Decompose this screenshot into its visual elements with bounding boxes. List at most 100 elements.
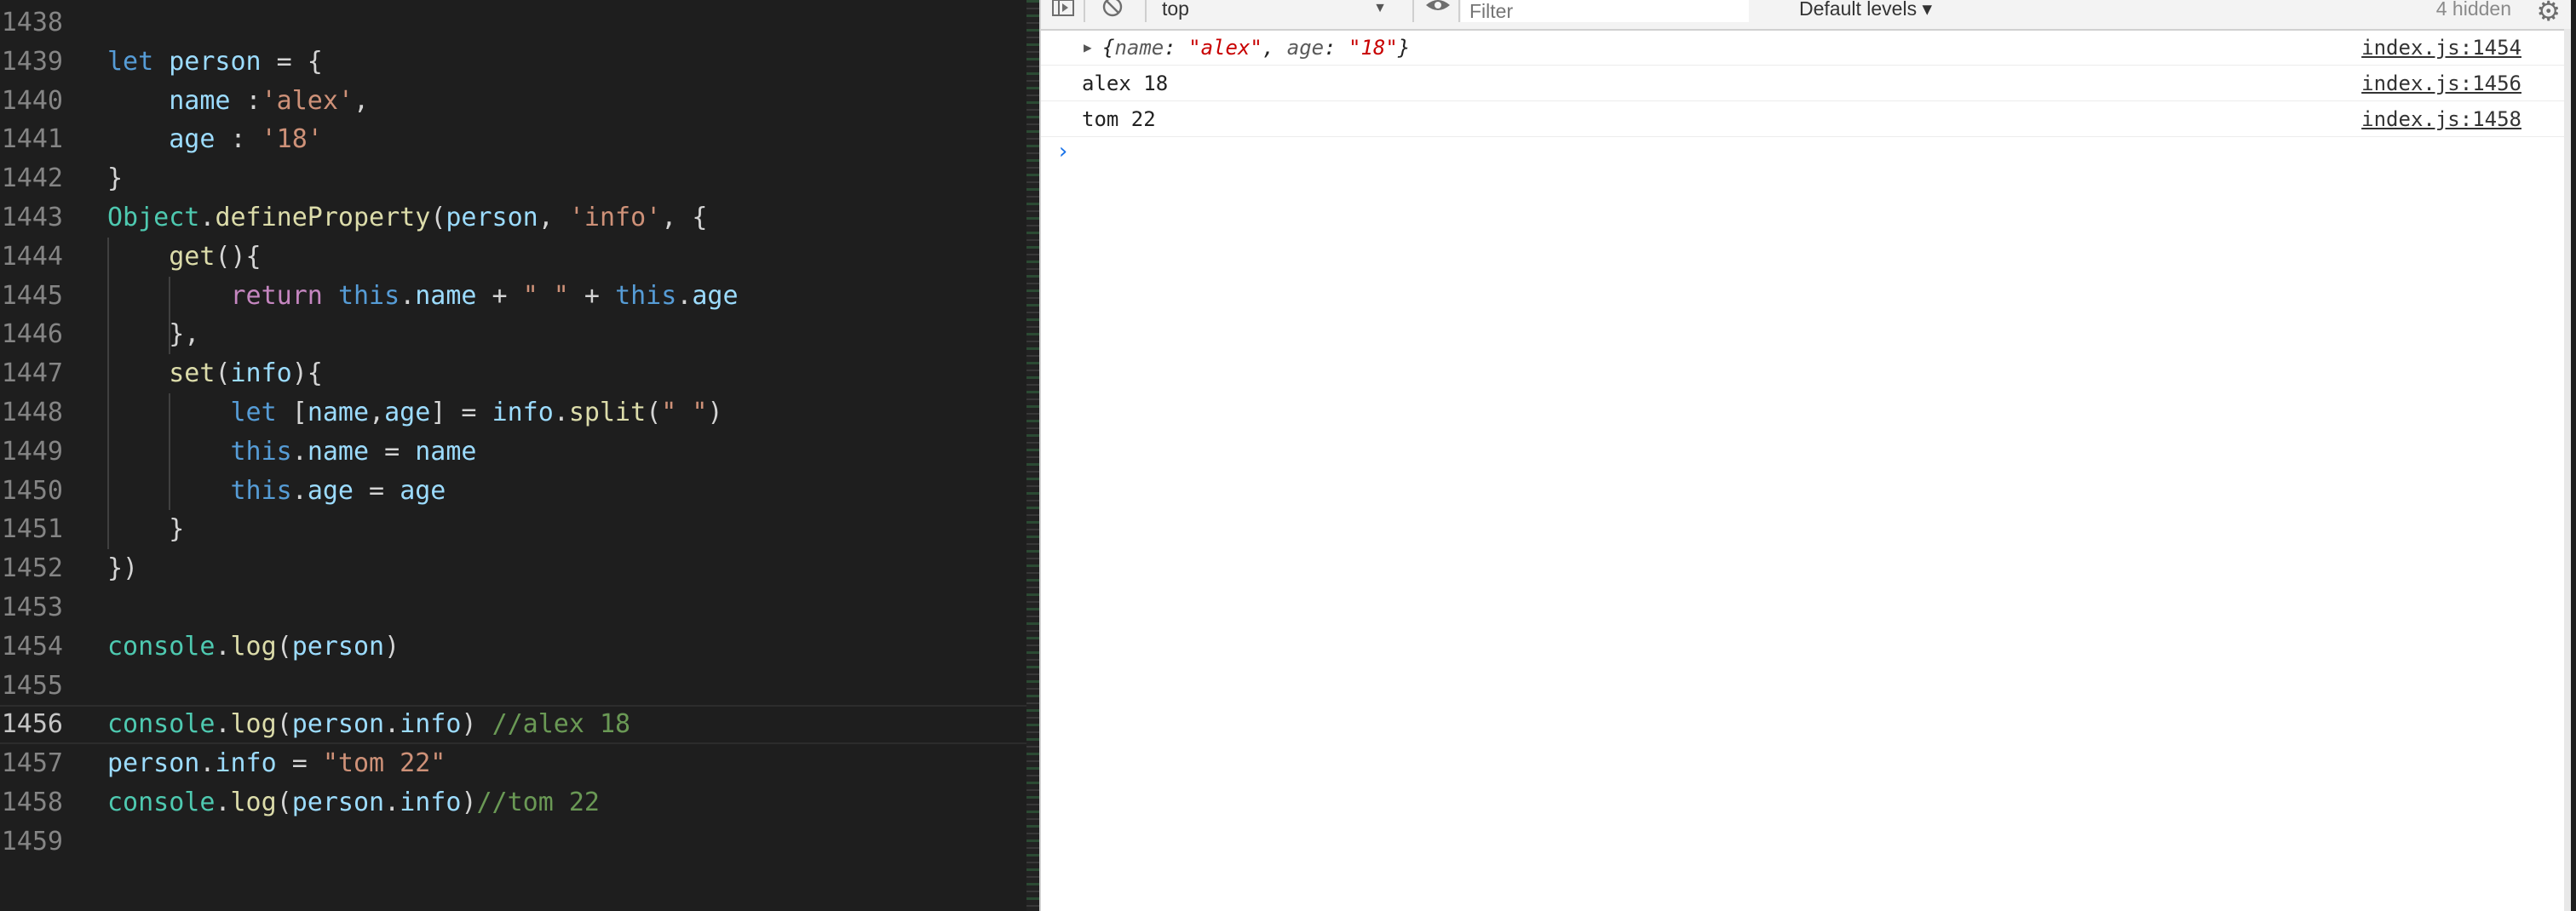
settings-gear-icon[interactable]: ⚙	[2536, 0, 2561, 27]
code-token: name	[307, 436, 370, 467]
code-line[interactable]: 1447 set(info){	[0, 354, 1026, 393]
scrollbar[interactable]	[2564, 29, 2571, 911]
line-number: 1450	[1, 475, 63, 506]
code-token: age	[692, 280, 739, 311]
console-message[interactable]: ▶ {name: "alex", age: "18"} index.js:145…	[1041, 31, 2571, 66]
code-token: name	[307, 398, 370, 427]
chevron-down-icon: ▼	[1373, 1, 1387, 15]
console-prompt-icon[interactable]: ›	[1056, 140, 1070, 163]
line-number: 1445	[1, 280, 63, 311]
toolbar-divider	[1412, 0, 1414, 22]
code-token: //alex 18	[492, 709, 631, 740]
code-text: return this.name + " " + this.age	[107, 277, 739, 316]
code-line[interactable]: 1445 return this.name + " " + this.age	[0, 277, 1026, 316]
object-preview[interactable]: {name: "alex", age: "18"}	[1102, 31, 1410, 65]
code-token: let	[107, 46, 154, 77]
code-token: +	[568, 280, 616, 311]
code-token: console	[107, 631, 216, 662]
code-token: )	[384, 631, 400, 662]
code-line[interactable]: 1459	[0, 822, 1026, 862]
source-link[interactable]: index.js:1454	[2361, 31, 2521, 65]
code-text: Object.defineProperty(person, 'info', {	[107, 198, 707, 238]
line-number: 1455	[1, 670, 63, 701]
log-levels-dropdown[interactable]: Default levels ▾	[1799, 0, 1932, 22]
code-line[interactable]: 1456 console.log(person.info) //alex 18	[0, 705, 1026, 745]
code-token: (	[646, 398, 662, 427]
code-token: this	[230, 475, 292, 506]
code-line[interactable]: 1441 age : '18'	[0, 120, 1026, 159]
code-token: :	[215, 124, 262, 155]
line-number: 1459	[1, 826, 63, 857]
code-token: defineProperty	[215, 203, 431, 232]
hidden-messages-count: 4 hidden	[2435, 0, 2511, 20]
code-line[interactable]: 1454 console.log(person)	[0, 627, 1026, 667]
code-line[interactable]: 1458 console.log(person.info)//tom 22	[0, 783, 1026, 822]
code-line[interactable]: 1442}	[0, 159, 1026, 198]
code-token: age	[384, 398, 431, 427]
code-token: log	[230, 709, 277, 740]
line-number: 1443	[1, 203, 63, 232]
code-token: .	[553, 398, 569, 427]
code-token: '18'	[261, 124, 323, 155]
editor-minimap[interactable]	[1026, 0, 1039, 911]
code-line[interactable]: 1449 this.name = name	[0, 433, 1026, 472]
line-number: 1454	[1, 631, 63, 662]
code-line[interactable]: 1438	[0, 3, 1026, 43]
code-line[interactable]: 1451 }	[0, 510, 1026, 549]
code-line[interactable]: 1444 get(){	[0, 238, 1026, 277]
code-editor[interactable]: 1438 1439 let person = {1440 name :'alex',…	[0, 0, 1026, 911]
code-line[interactable]: 1439 let person = {	[0, 43, 1026, 82]
code-token: =	[369, 436, 416, 467]
context-selector[interactable]: top ▼	[1162, 0, 1387, 22]
indent-guide	[169, 276, 170, 355]
code-line[interactable]: 1450 this.age = age	[0, 472, 1026, 511]
code-token: person	[107, 748, 200, 779]
code-token: .	[291, 475, 308, 506]
line-number: 1451	[1, 514, 63, 545]
code-line[interactable]: 1457 person.info = "tom 22"	[0, 744, 1026, 783]
sidebar-toggle-icon[interactable]	[1051, 0, 1077, 19]
code-text: person.info = "tom 22"	[107, 744, 446, 783]
code-line[interactable]: 1452})	[0, 549, 1026, 588]
code-token: (	[215, 358, 231, 389]
code-token: person	[446, 203, 538, 232]
line-number: 1457	[1, 748, 63, 779]
clear-console-icon[interactable]	[1102, 0, 1124, 19]
line-number: 1452	[1, 553, 63, 584]
code-text: console.log(person)	[107, 627, 400, 667]
filter-input[interactable]	[1461, 0, 1749, 22]
code-text: set(info){	[107, 354, 323, 393]
code-line[interactable]: 1440 name :'alex',	[0, 82, 1026, 121]
code-token: set	[169, 358, 216, 389]
live-expression-icon[interactable]	[1424, 0, 1452, 19]
code-text: age : '18'	[107, 120, 323, 159]
code-token: }	[107, 514, 185, 545]
code-line[interactable]: 1455	[0, 667, 1026, 706]
code-text: this.name = name	[107, 433, 477, 472]
code-token: },	[107, 319, 200, 350]
code-token: .	[199, 203, 216, 232]
line-number: 1448	[1, 398, 63, 427]
line-number: 1449	[1, 436, 63, 467]
code-line[interactable]: 1448 let [name,age] = info.split(" ")	[0, 393, 1026, 433]
source-link[interactable]: index.js:1456	[2361, 66, 2521, 100]
code-token: name	[169, 85, 231, 116]
line-number: 1438	[1, 8, 63, 37]
expand-triangle-icon[interactable]: ▶	[1084, 31, 1092, 65]
code-token: info	[492, 398, 554, 427]
code-token: let	[230, 398, 277, 427]
object-value: "18"	[1348, 36, 1398, 60]
code-token: " "	[522, 280, 569, 311]
code-line[interactable]: 1453	[0, 588, 1026, 627]
object-key: name	[1114, 36, 1164, 60]
code-line[interactable]: 1443 Object.defineProperty(person, 'info'…	[0, 198, 1026, 238]
source-link[interactable]: index.js:1458	[2361, 102, 2521, 136]
code-token: name	[415, 436, 477, 467]
code-line[interactable]: 1446 },	[0, 315, 1026, 354]
code-text: })	[107, 549, 138, 588]
line-number: 1442	[1, 163, 63, 194]
code-token: ,	[354, 85, 370, 116]
